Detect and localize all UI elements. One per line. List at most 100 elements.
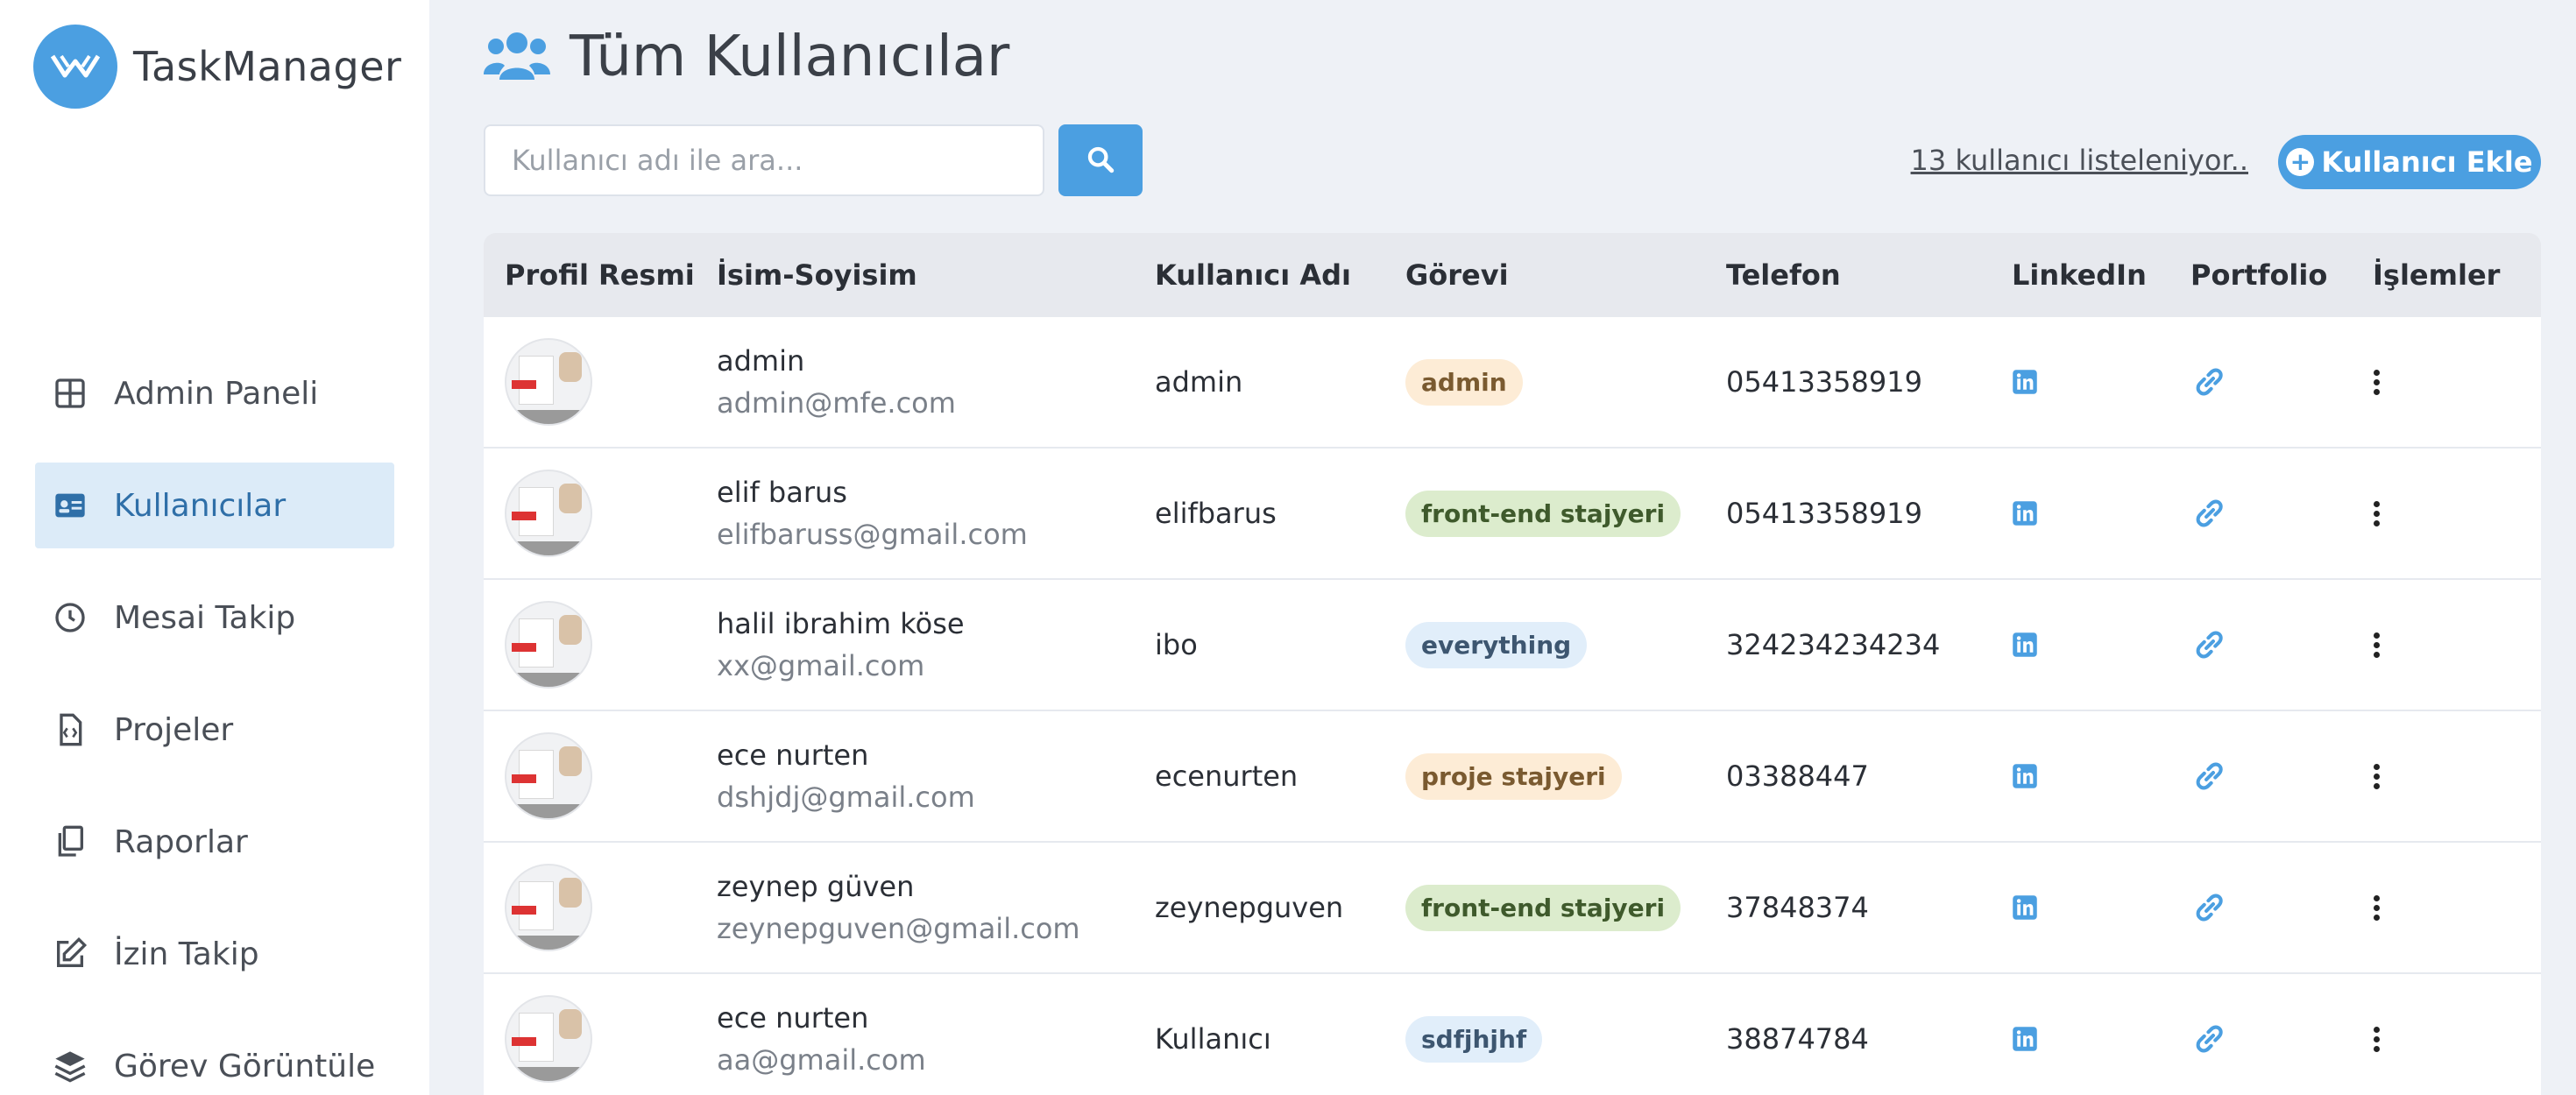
plus-circle-icon: +	[2286, 148, 2315, 176]
user-username: elifbarus	[1155, 497, 1277, 530]
link-icon[interactable]	[2190, 498, 2373, 529]
header-isim-soyisim: İsim-Soyisim	[717, 258, 917, 292]
avatar[interactable]	[505, 338, 592, 426]
role-badge: front-end stajyeri	[1405, 490, 1681, 537]
linkedin-icon[interactable]	[2012, 763, 2190, 789]
user-email: aa@gmail.com	[717, 1043, 926, 1077]
sidebar: TaskManager Admin Paneli Kullanıcılar Me…	[0, 0, 429, 1095]
page-header: Tüm Kullanıcılar	[484, 25, 1009, 89]
role-badge: everything	[1405, 621, 1588, 668]
sidebar-item-label: Raporlar	[114, 823, 248, 860]
table-row[interactable]: ece nurten dshjdj@gmail.com ecenurten pr…	[484, 711, 2541, 843]
table-row[interactable]: admin admin@mfe.com admin admin 05413358…	[484, 317, 2541, 449]
avatar[interactable]	[505, 864, 592, 951]
linkedin-icon[interactable]	[2012, 632, 2190, 658]
code-file-icon	[51, 710, 89, 749]
sidebar-item-gorev-goruntule[interactable]: Görev Görüntüle	[35, 1023, 394, 1095]
linkedin-icon[interactable]	[2012, 1026, 2190, 1052]
add-user-button[interactable]: + Kullanıcı Ekle	[2278, 135, 2541, 189]
header-kullanici-adi: Kullanıcı Adı	[1155, 258, 1352, 292]
avatar[interactable]	[505, 732, 592, 820]
sidebar-item-label: Kullanıcılar	[114, 487, 287, 524]
sidebar-item-label: Projeler	[114, 711, 234, 748]
id-card-icon	[51, 486, 89, 525]
copy-icon	[51, 823, 89, 861]
user-username: ibo	[1155, 628, 1198, 661]
table-row[interactable]: elif barus elifbaruss@gmail.com elifbaru…	[484, 449, 2541, 580]
user-email: elifbaruss@gmail.com	[717, 518, 1028, 551]
user-email: admin@mfe.com	[717, 386, 956, 420]
sidebar-item-izin-takip[interactable]: İzin Takip	[35, 911, 394, 997]
link-icon[interactable]	[2190, 366, 2373, 398]
user-name: halil ibrahim köse	[717, 607, 965, 640]
user-phone: 37848374	[1726, 891, 1869, 924]
user-phone: 324234234234	[1726, 628, 1941, 661]
search-input[interactable]	[484, 124, 1044, 196]
sidebar-item-label: Mesai Takip	[114, 599, 296, 636]
avatar[interactable]	[505, 601, 592, 689]
link-icon[interactable]	[2190, 892, 2373, 923]
table-header: Profil Resmi İsim-Soyisim Kullanıcı Adı …	[484, 233, 2541, 317]
users-table: Profil Resmi İsim-Soyisim Kullanıcı Adı …	[484, 233, 2541, 1095]
linkedin-icon[interactable]	[2012, 500, 2190, 526]
user-name: ece nurten	[717, 1001, 869, 1035]
user-count-link[interactable]: 13 kullanıcı listeleniyor..	[1911, 144, 2248, 177]
header-portfolio: Portfolio	[2190, 258, 2328, 292]
user-name: zeynep güven	[717, 870, 915, 903]
search-button[interactable]	[1058, 124, 1143, 196]
sidebar-item-label: İzin Takip	[114, 936, 259, 972]
sidebar-item-mesai-takip[interactable]: Mesai Takip	[35, 575, 394, 661]
user-username: ecenurten	[1155, 759, 1299, 793]
sidebar-item-admin-paneli[interactable]: Admin Paneli	[35, 350, 394, 436]
user-email: zeynepguven@gmail.com	[717, 912, 1080, 945]
logo-icon	[33, 25, 117, 109]
linkedin-icon[interactable]	[2012, 369, 2190, 395]
user-email: xx@gmail.com	[717, 649, 925, 682]
clock-icon	[51, 598, 89, 637]
header-profil-resmi: Profil Resmi	[505, 258, 695, 292]
layers-icon	[51, 1047, 89, 1085]
header-gorevi: Görevi	[1405, 258, 1509, 292]
user-username: Kullanıcı	[1155, 1022, 1271, 1056]
user-phone: 38874784	[1726, 1022, 1869, 1056]
user-username: zeynepguven	[1155, 891, 1344, 924]
table-row[interactable]: halil ibrahim köse xx@gmail.com ibo ever…	[484, 580, 2541, 711]
table-row[interactable]: ece nurten aa@gmail.com Kullanıcı sdfjhj…	[484, 974, 2541, 1095]
linkedin-icon[interactable]	[2012, 894, 2190, 921]
users-icon	[484, 27, 550, 87]
search-icon	[1086, 145, 1115, 177]
header-telefon: Telefon	[1726, 258, 1841, 292]
link-icon[interactable]	[2190, 629, 2373, 661]
link-icon[interactable]	[2190, 1023, 2373, 1055]
edit-icon	[51, 935, 89, 973]
app-name: TaskManager	[133, 43, 402, 90]
user-phone: 03388447	[1726, 759, 1869, 793]
more-actions-icon[interactable]	[2373, 762, 2380, 791]
grid-icon	[51, 374, 89, 413]
sidebar-item-label: Görev Görüntüle	[114, 1048, 376, 1084]
sidebar-item-label: Admin Paneli	[114, 375, 319, 412]
more-actions-icon[interactable]	[2373, 894, 2380, 922]
user-name: admin	[717, 344, 805, 378]
sidebar-nav: Admin Paneli Kullanıcılar Mesai Takip Pr…	[35, 350, 394, 1095]
sidebar-item-kullanicilar[interactable]: Kullanıcılar	[35, 463, 394, 548]
user-phone: 05413358919	[1726, 497, 1922, 530]
more-actions-icon[interactable]	[2373, 499, 2380, 528]
more-actions-icon[interactable]	[2373, 368, 2380, 397]
user-username: admin	[1155, 365, 1243, 399]
user-phone: 05413358919	[1726, 365, 1922, 399]
more-actions-icon[interactable]	[2373, 631, 2380, 660]
add-user-label: Kullanıcı Ekle	[2321, 145, 2533, 179]
header-linkedin: LinkedIn	[2012, 258, 2147, 292]
link-icon[interactable]	[2190, 760, 2373, 792]
avatar[interactable]	[505, 995, 592, 1083]
role-badge: admin	[1405, 358, 1523, 406]
avatar[interactable]	[505, 470, 592, 557]
user-name: elif barus	[717, 476, 847, 509]
sidebar-item-projeler[interactable]: Projeler	[35, 687, 394, 773]
table-row[interactable]: zeynep güven zeynepguven@gmail.com zeyne…	[484, 843, 2541, 974]
app-logo[interactable]: TaskManager	[33, 25, 401, 109]
more-actions-icon[interactable]	[2373, 1025, 2380, 1054]
page-title: Tüm Kullanıcılar	[570, 25, 1010, 89]
sidebar-item-raporlar[interactable]: Raporlar	[35, 799, 394, 885]
